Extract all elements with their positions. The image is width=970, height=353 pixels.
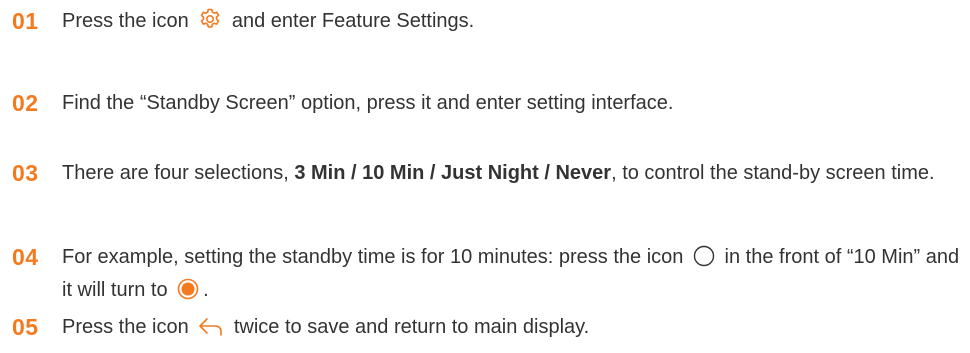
radio-selected-icon xyxy=(177,278,199,309)
back-arrow-icon xyxy=(198,317,224,346)
step-text-after: . xyxy=(203,279,209,301)
step-text: For example, setting the standby time is… xyxy=(62,243,962,309)
step-text-after: and enter Feature Settings. xyxy=(231,10,475,32)
step-text-before: Press the icon xyxy=(62,10,189,32)
step-text: Press the icon and enter Feature Setting… xyxy=(62,7,962,40)
step-text-before: Press the icon xyxy=(62,316,189,338)
step-options-bold: 3 Min / 10 Min / Just Night / Never xyxy=(294,162,612,184)
step-04: 04 For example, setting the standby time… xyxy=(12,243,962,309)
gear-icon xyxy=(198,7,222,40)
step-01: 01 Press the icon and enter Feature Sett… xyxy=(12,7,962,40)
step-text: Press the icon twice to save and return … xyxy=(62,313,962,346)
step-text: There are four selections, 3 Min / 10 Mi… xyxy=(62,159,962,188)
step-text-before: For example, setting the standby time is… xyxy=(62,246,684,268)
step-number: 03 xyxy=(12,160,39,186)
step-number: 04 xyxy=(12,244,39,270)
step-number: 05 xyxy=(12,314,39,340)
step-text: Find the “Standby Screen” option, press … xyxy=(62,92,674,114)
step-number: 01 xyxy=(12,8,39,34)
step-03: 03 There are four selections, 3 Min / 10… xyxy=(12,159,962,188)
radio-empty-icon xyxy=(693,245,715,276)
step-05: 05 Press the icon twice to save and retu… xyxy=(12,313,962,346)
step-text-after: , to control the stand-by screen time. xyxy=(611,162,935,184)
step-text-before: There are four selections, xyxy=(62,162,289,184)
step-02: 02 Find the “Standby Screen” option, pre… xyxy=(12,89,962,118)
step-text-after: twice to save and return to main display… xyxy=(233,316,590,338)
step-number: 02 xyxy=(12,90,39,116)
